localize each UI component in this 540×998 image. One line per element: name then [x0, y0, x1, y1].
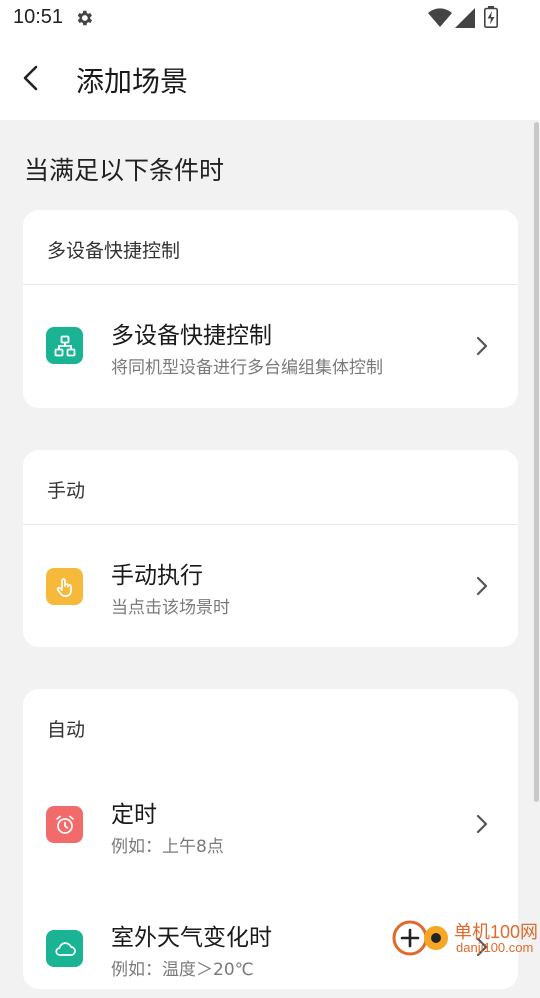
watermark-url: danji100.com: [456, 940, 534, 955]
item-label: 手动执行: [111, 563, 203, 589]
item-subtitle: 将同机型设备进行多台编组集体控制: [111, 358, 383, 378]
wifi-icon: [428, 8, 452, 27]
item-label: 定时: [111, 802, 157, 828]
item-subtitle: 当点击该场景时: [111, 598, 230, 618]
chevron-right-icon: [476, 336, 488, 356]
cloud-icon: [46, 930, 83, 967]
watermark-logo: 单机100网 danji100.com: [388, 912, 540, 960]
item-subtitle: 例如：温度＞20℃: [111, 960, 254, 980]
card-header-manual: 手动: [47, 480, 86, 502]
card-multi-device: 多设备快捷控制 多设备快捷控制 将同机型设备进行多台编组集体控制: [23, 210, 518, 408]
alarm-clock-icon: [46, 806, 83, 843]
divider: [23, 284, 518, 285]
item-subtitle: 例如：上午8点: [111, 837, 224, 857]
list-item-manual[interactable]: 手动执行 当点击该场景时: [23, 536, 518, 636]
watermark-icon: [392, 920, 448, 956]
item-label: 多设备快捷控制: [111, 323, 272, 349]
card-manual: 手动 手动执行 当点击该场景时: [23, 450, 518, 647]
card-header-auto: 自动: [47, 719, 86, 741]
list-item-multi-device[interactable]: 多设备快捷控制 将同机型设备进行多台编组集体控制: [23, 296, 518, 396]
signal-icon: [455, 8, 475, 28]
gear-icon: [77, 10, 93, 26]
back-arrow-icon[interactable]: [18, 64, 44, 92]
app-bar: 添加场景: [0, 36, 540, 120]
item-label: 室外天气变化时: [111, 925, 272, 951]
battery-icon: [484, 6, 498, 28]
chevron-right-icon: [476, 576, 488, 596]
scrollbar[interactable]: [534, 122, 539, 802]
status-bar: 10:51: [0, 0, 540, 36]
hand-tap-icon: [46, 568, 83, 605]
device-group-icon: [46, 327, 83, 364]
section-title: 当满足以下条件时: [24, 156, 225, 185]
list-item-timer[interactable]: 定时 例如：上午8点: [23, 775, 518, 875]
page-title: 添加场景: [76, 65, 189, 98]
divider: [23, 524, 518, 525]
card-header-multi-device: 多设备快捷控制: [47, 240, 181, 262]
status-time: 10:51: [13, 6, 64, 28]
chevron-right-icon: [476, 814, 488, 834]
